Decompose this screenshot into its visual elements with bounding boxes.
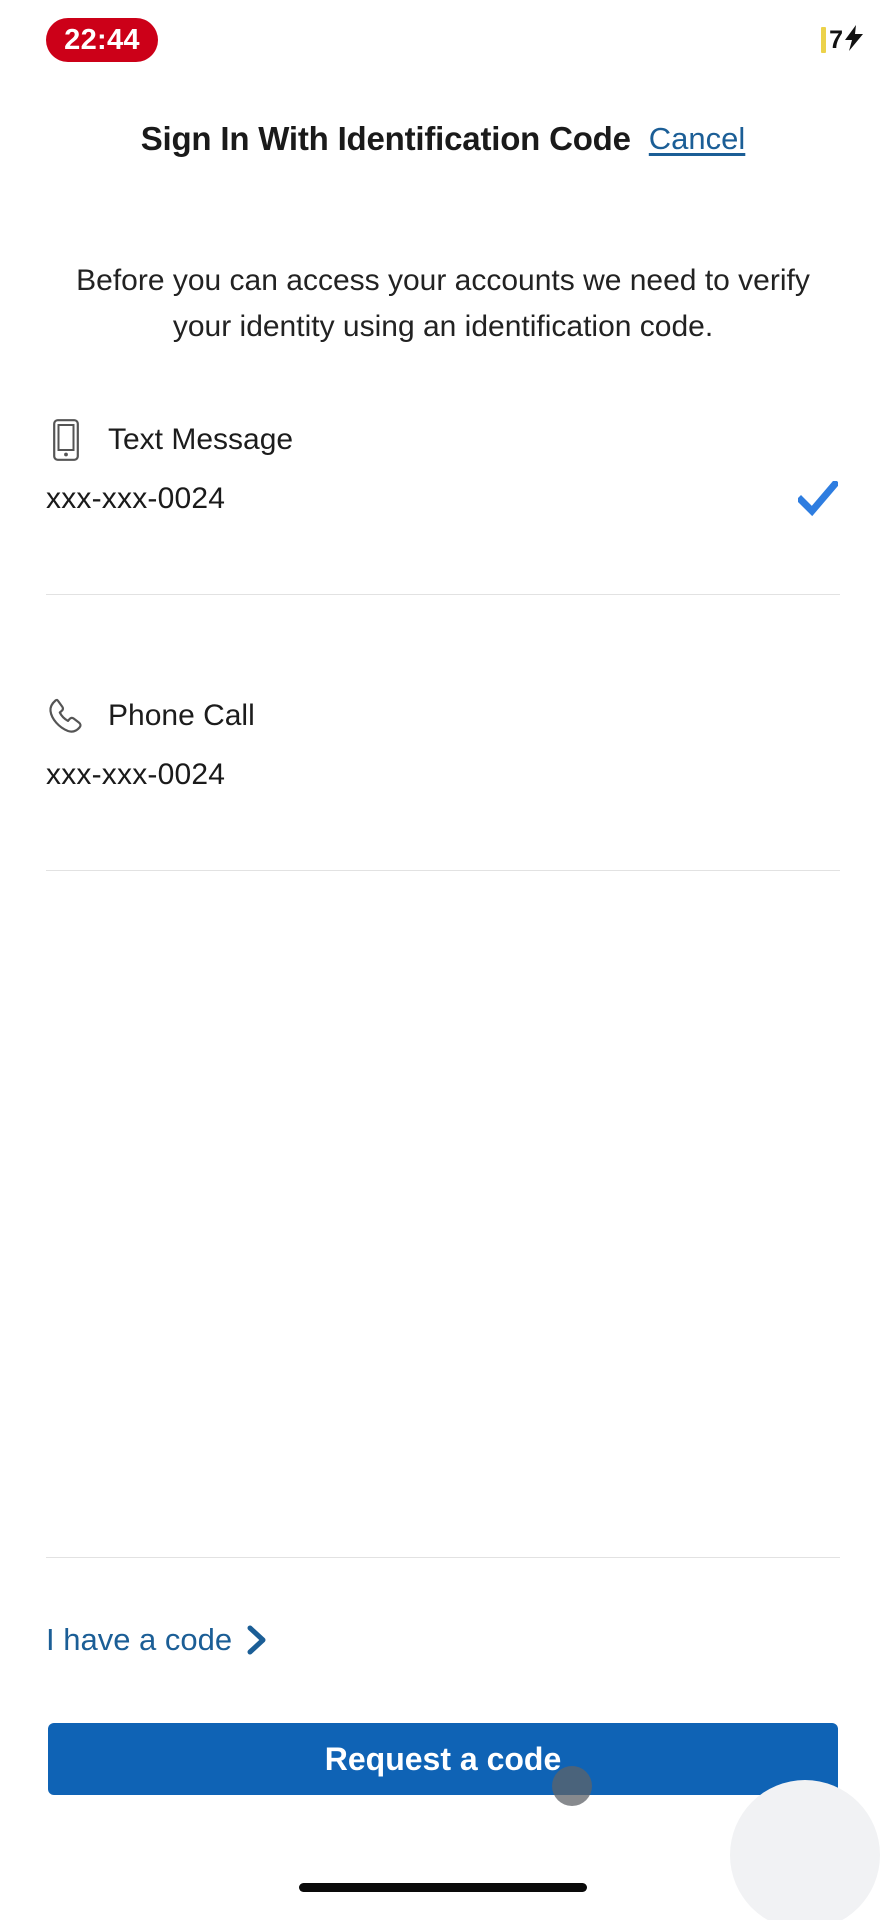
home-indicator: [299, 1883, 587, 1892]
option-text-message[interactable]: Text Message xxx-xxx-0024: [0, 412, 886, 530]
charging-bolt-icon: [844, 24, 864, 56]
option-header: Text Message: [0, 412, 886, 468]
option-label: Text Message: [108, 423, 294, 456]
floating-assistant-bubble[interactable]: [730, 1780, 880, 1920]
divider-text-message: [46, 594, 840, 595]
option-value-row[interactable]: xxx-xxx-0024: [0, 744, 886, 806]
option-label: Phone Call: [108, 699, 255, 732]
option-value-row[interactable]: xxx-xxx-0024: [0, 468, 886, 530]
status-bar: 22:44 7: [0, 0, 886, 78]
touch-indicator: [552, 1766, 592, 1806]
chevron-right-icon: [246, 1625, 268, 1655]
status-bar-right: 7: [821, 22, 864, 58]
option-phone-number: xxx-xxx-0024: [46, 758, 226, 791]
cancel-link[interactable]: Cancel: [649, 121, 746, 157]
phone-screen: 22:44 7 Sign In With Identification Code…: [0, 0, 886, 1920]
divider-footer: [46, 1557, 840, 1558]
option-phone-number: xxx-xxx-0024: [46, 482, 226, 515]
battery-icon: [821, 27, 827, 53]
have-a-code-link[interactable]: I have a code: [46, 1622, 268, 1658]
divider-phone-call: [46, 870, 840, 871]
description-text: Before you can access your accounts we n…: [76, 264, 810, 343]
mobile-phone-icon: [46, 418, 86, 462]
option-phone-call[interactable]: Phone Call xxx-xxx-0024: [0, 688, 886, 806]
option-header: Phone Call: [0, 688, 886, 744]
page-header: Sign In With Identification Code Cancel: [0, 108, 886, 170]
request-a-code-button[interactable]: Request a code: [48, 1723, 838, 1795]
have-a-code-label: I have a code: [46, 1622, 233, 1657]
page-title: Sign In With Identification Code: [140, 120, 631, 157]
battery-level-label: 7: [829, 25, 843, 54]
checkmark-icon: [796, 477, 840, 521]
status-time: 22:44: [46, 18, 158, 62]
checkmark-placeholder: [796, 753, 840, 797]
phone-handset-icon: [46, 694, 86, 738]
